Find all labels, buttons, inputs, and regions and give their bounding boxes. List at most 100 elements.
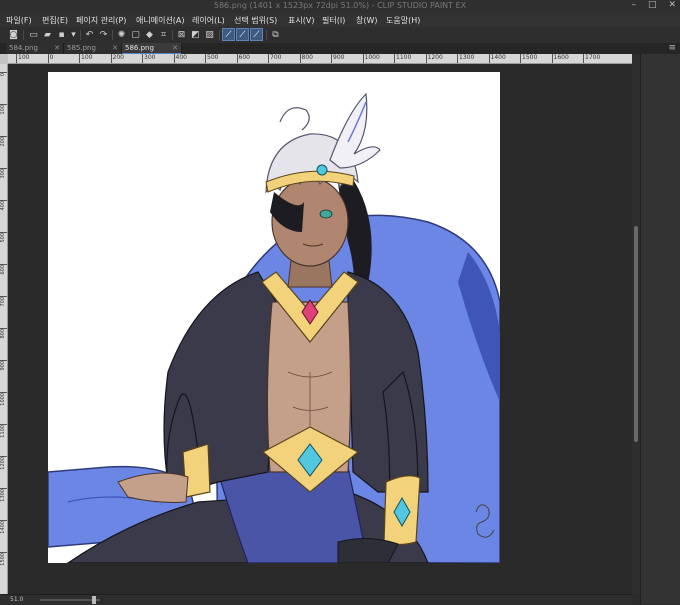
panel-menu-icon[interactable]: ≡ [668,43,676,54]
toolbar-separator [23,30,24,40]
menu-file[interactable]: 파일(F) [6,15,32,26]
toolbar-separator [172,30,173,40]
menu-selection[interactable]: 선택 범위(S) [234,15,277,26]
ruler-tick-label: 900 [331,54,344,63]
ruler-tick-label: 500 [205,54,218,63]
save-dropdown-icon[interactable]: ▾ [68,29,79,40]
menu-filter[interactable]: 필터(I) [322,15,345,26]
ruler-tick-label: 800 [0,328,7,339]
ruler-tick-text: 1200 [0,457,6,470]
ruler-tick-text: 1100 [0,425,6,438]
ruler-tick-label: 100 [79,54,92,63]
redo-icon[interactable]: ↷ [98,29,109,40]
ruler-tick-label: 1000 [0,392,7,406]
close-icon[interactable]: ✕ [54,43,60,54]
ruler-tick-text: 1500 [0,553,6,566]
ruler-tick-text: 0 [0,73,6,77]
new-file-icon[interactable]: ▭ [28,29,39,40]
toolbar-separator [266,30,267,40]
ruler-tick-label: 1700 [583,54,600,63]
ruler-tick-label: 200 [110,54,124,63]
window-title: 586.png (1401 x 1523px 72dpi 51.0%) - CL… [213,1,467,10]
ruler-tick-label: 1100 [394,54,411,63]
selection-border-icon[interactable]: ▨ [204,29,215,40]
ruler-tick-label: 1200 [425,54,443,63]
canvas[interactable] [48,72,500,563]
transform-icon[interactable]: ⌗ [158,29,169,40]
right-panel [640,54,680,604]
toolbar-separator [219,30,220,40]
ruler-tick-label: 200 [0,136,7,147]
tab-584[interactable]: 584.png ✕ [6,43,64,54]
fill-icon[interactable]: ◆ [144,29,155,40]
ruler-tick-text: 300 [0,169,6,179]
artwork-illustration [48,92,500,563]
menu-page-management[interactable]: 페이지 관리(P) [76,15,126,26]
document-tabs: 584.png ✕ 585.png ✕ 586.png ✕ [0,43,680,54]
ruler-tick-label: 500 [0,232,7,243]
settings-icon[interactable]: ⧉ [270,29,281,40]
zoom-slider-knob[interactable] [92,596,96,604]
minimize-button[interactable]: – [631,0,636,13]
ruler-tick-label: 0 [0,72,7,77]
save-icon[interactable]: ▪ [56,29,67,40]
menu-help[interactable]: 도움말(H) [386,15,420,26]
ruler-tick-label: 100 [16,54,29,63]
deselect-icon[interactable]: ⊠ [176,29,187,40]
ruler-tick-label: 1100 [0,424,7,438]
toolbar-separator [112,30,113,40]
ruler-tick-label: 400 [173,54,187,63]
undo-icon[interactable]: ↶ [84,29,95,40]
zoom-slider[interactable] [40,599,100,601]
menu-animation[interactable]: 애니메이션(A) [136,15,185,26]
vertical-scrollbar[interactable] [632,54,640,594]
scrollbar-thumb[interactable] [634,226,638,442]
tab-label: 586.png [125,44,154,52]
title-bar: 586.png (1401 x 1523px 72dpi 51.0%) - CL… [0,0,680,13]
window-controls: – □ ✕ [631,0,676,13]
camera-icon[interactable]: ◙ [8,29,19,40]
menu-view[interactable]: 표시(V) [288,15,314,26]
feather [329,92,381,169]
hand-right [337,538,399,563]
snap-ruler-icon[interactable]: ⟋ [222,28,235,41]
ruler-tick-label: 1300 [457,54,474,63]
snap-grid-icon[interactable]: ⟋ [250,28,263,41]
menu-window[interactable]: 창(W) [356,15,378,26]
close-icon[interactable]: ✕ [172,43,178,54]
close-icon[interactable]: ✕ [112,43,118,54]
vertical-ruler[interactable]: 0 100 200 300 400 500 600 700 800 900 1000 1100 1200… [0,64,8,594]
ruler-tick-label: 0 [47,54,53,63]
close-button[interactable]: ✕ [668,0,676,13]
ruler-tick-label: 1500 [0,552,7,566]
headband-gem [316,164,328,176]
horizontal-ruler[interactable]: 100 0 100 200 300 400 500 600 700 800 900 1000 1100 1… [8,54,632,64]
maximize-button[interactable]: □ [648,0,657,13]
loading-icon[interactable]: ✺ [116,29,127,40]
menu-bar: 파일(F) 편집(E) 페이지 관리(P) 애니메이션(A) 레이어(L) 선택… [0,13,680,27]
ruler-tick-text: 1300 [0,489,6,502]
ruler-tick-text: 500 [0,233,6,243]
snap-special-ruler-icon[interactable]: ⟋ [236,28,249,41]
ruler-tick-label: 700 [268,54,281,63]
open-icon[interactable]: ▰ [42,29,53,40]
ruler-tick-text: 800 [0,329,6,339]
command-bar: ◙ ▭ ▰ ▪ ▾ ↶ ↷ ✺ ▢ ◆ ⌗ ⊠ ◩ ▨ ⟋ ⟋ ⟋ ⧉ [0,27,680,44]
tab-label: 584.png [9,44,38,52]
ruler-tick-label: 600 [0,264,7,275]
ruler-corner [0,54,8,64]
ruler-tick-text: 100 [0,105,6,115]
ruler-tick-text: 700 [0,297,6,307]
clear-icon[interactable]: ▢ [130,29,141,40]
menu-edit[interactable]: 편집(E) [42,15,68,26]
canvas-workspace[interactable] [8,64,632,594]
ruler-tick-label: 700 [0,296,7,307]
toolbar-separator [80,30,81,40]
ruler-tick-label: 1200 [0,456,7,470]
ruler-tick-text: 1000 [0,393,6,406]
menu-layer[interactable]: 레이어(L) [192,15,225,26]
ruler-tick-text: 900 [0,361,6,371]
tab-586[interactable]: 586.png ✕ [122,43,182,54]
invert-icon[interactable]: ◩ [190,29,201,40]
tab-585[interactable]: 585.png ✕ [64,43,122,54]
